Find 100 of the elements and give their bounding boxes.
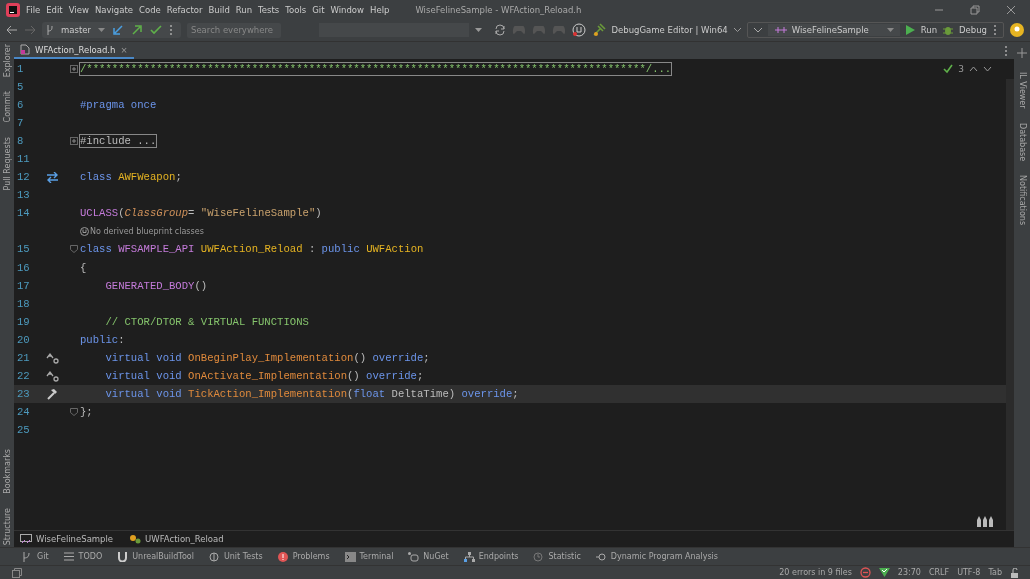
tool-window-button[interactable]: Terminal — [359, 552, 394, 561]
menu-item[interactable]: Navigate — [94, 4, 133, 15]
code-line: virtual void TickAction_Implementation(float DeltaTime) override; — [104, 387, 519, 400]
menu-item[interactable]: Refactor — [166, 4, 203, 15]
tool-window-tab[interactable]: Notifications — [1017, 174, 1027, 225]
caret-icon[interactable] — [474, 28, 482, 32]
inspection-count[interactable]: 3 — [958, 64, 964, 74]
line-number: 17 — [16, 279, 31, 292]
circle-icon[interactable] — [208, 551, 220, 562]
next-icon[interactable] — [983, 66, 992, 72]
tool-window-button[interactable]: Unit Tests — [223, 552, 263, 561]
branch-icon[interactable] — [22, 551, 33, 562]
menu-item[interactable]: View — [68, 4, 89, 15]
refresh-icon[interactable] — [493, 24, 506, 36]
more-icon[interactable] — [169, 24, 173, 36]
avatar-icon[interactable] — [1010, 23, 1024, 37]
line-endings[interactable]: CRLF — [928, 568, 950, 577]
menu-item[interactable]: Window — [330, 4, 364, 15]
tool-window-button[interactable]: Dynamic Program Analysis — [610, 552, 718, 561]
code-line: class WFSAMPLE_API UWFAction_Reload : public UWFAction — [80, 243, 424, 256]
error-icon[interactable] — [277, 551, 289, 562]
file-encoding[interactable]: UTF-8 — [957, 568, 981, 577]
u-letter-icon[interactable] — [117, 551, 129, 562]
menu-item[interactable]: File — [26, 4, 41, 15]
previous-icon[interactable] — [969, 66, 978, 72]
tool-window-tab[interactable]: Commit — [2, 91, 12, 123]
indent-setting[interactable]: Tab — [988, 568, 1002, 577]
tab-label[interactable]: WFAction_Reload.h — [35, 44, 116, 55]
clock-icon[interactable] — [533, 551, 545, 562]
code-line: #pragma once — [80, 99, 157, 112]
hammer-icon[interactable] — [46, 387, 58, 400]
menu-item[interactable]: Tools — [285, 4, 307, 15]
terminal-icon[interactable] — [344, 551, 356, 562]
swap-icon[interactable] — [46, 171, 59, 183]
line-number: 13 — [16, 189, 31, 202]
menu-item[interactable]: Run — [235, 4, 253, 15]
menu-item[interactable]: Edit — [46, 4, 63, 15]
hammer-icon[interactable] — [591, 23, 606, 37]
shield-check-icon[interactable] — [878, 567, 890, 578]
tree-icon[interactable] — [463, 551, 475, 562]
build-config-dropdown[interactable]: DebugGame Editor | Win64 — [611, 25, 728, 35]
tool-window-tab[interactable]: Database — [1017, 122, 1027, 161]
search-field[interactable]: Search everywhere — [187, 22, 281, 38]
branch-icon[interactable] — [46, 25, 54, 35]
tool-window-button[interactable]: Problems — [292, 552, 330, 561]
line-number: 21 — [16, 351, 31, 364]
close-tab-button[interactable]: × — [120, 44, 128, 55]
run-button[interactable]: Run — [920, 25, 938, 35]
breadcrumb[interactable]: WiseFelineSample — [36, 534, 114, 544]
branch-dropdown[interactable]: master — [61, 25, 91, 35]
tool-window-button[interactable]: UnrealBuildTool — [132, 552, 194, 561]
check-icon[interactable] — [150, 24, 162, 36]
run-icon[interactable] — [905, 25, 915, 35]
code-vision-hint[interactable]: No derived blueprint classes — [90, 226, 204, 236]
lock-icon[interactable] — [1010, 567, 1020, 578]
no-entry-icon[interactable] — [859, 567, 871, 578]
push-icon[interactable] — [131, 24, 143, 36]
chevron-icon[interactable] — [733, 28, 741, 32]
debug-button[interactable]: Debug — [959, 25, 987, 35]
move-icon[interactable] — [1017, 48, 1027, 58]
override-icon[interactable] — [46, 369, 59, 382]
inspection-icon[interactable] — [943, 64, 954, 74]
panel-toggle-icon[interactable] — [12, 567, 22, 578]
override-icon[interactable] — [46, 351, 59, 364]
scrollbar[interactable] — [1006, 79, 1014, 530]
expand-icon[interactable] — [70, 137, 78, 146]
more-icon[interactable] — [993, 24, 997, 36]
tool-window-tab[interactable]: Pull Requests — [2, 136, 12, 191]
menu-item[interactable]: Build — [208, 4, 230, 15]
reader-mode-icon[interactable] — [976, 515, 994, 527]
tool-window-button[interactable]: Git — [37, 552, 49, 561]
tool-window-button[interactable]: Endpoints — [478, 552, 519, 561]
u-badge-icon[interactable] — [571, 23, 586, 37]
update-icon[interactable] — [112, 24, 124, 36]
fold-icon[interactable] — [70, 245, 78, 254]
error-count[interactable]: 20 errors in 9 files — [779, 568, 852, 577]
menu-item[interactable]: Tests — [258, 4, 280, 15]
caret-icon[interactable] — [98, 28, 105, 32]
chevron-icon[interactable] — [753, 27, 762, 33]
close-icon[interactable] — [1006, 4, 1016, 15]
back-icon[interactable] — [6, 25, 18, 35]
menu-item[interactable]: Git — [312, 4, 325, 15]
menu-item[interactable]: Code — [139, 4, 161, 15]
breadcrumb[interactable]: UWFAction_Reload — [145, 534, 224, 544]
fold-icon[interactable] — [70, 407, 78, 416]
tool-window-button[interactable]: NuGet — [423, 552, 449, 561]
expand-icon[interactable] — [70, 65, 78, 73]
restore-icon[interactable] — [970, 4, 980, 15]
tool-window-button[interactable]: TODO — [78, 552, 103, 561]
tool-window-button[interactable]: Statistic — [548, 552, 581, 561]
more-icon[interactable] — [1004, 44, 1008, 57]
list-icon[interactable] — [63, 551, 75, 562]
bug-icon[interactable] — [943, 25, 954, 35]
caret-position[interactable]: 23:70 — [897, 568, 921, 577]
tool-window-tab[interactable]: IL Viewer — [1017, 72, 1027, 109]
menu-item[interactable]: Help — [370, 4, 390, 15]
tool-window-tab[interactable]: Structure — [2, 507, 12, 545]
run-config-dropdown[interactable]: WiseFelineSample — [767, 24, 900, 36]
tool-window-tab[interactable]: Explorer — [2, 44, 12, 78]
tool-window-tab[interactable]: Bookmarks — [2, 449, 12, 494]
